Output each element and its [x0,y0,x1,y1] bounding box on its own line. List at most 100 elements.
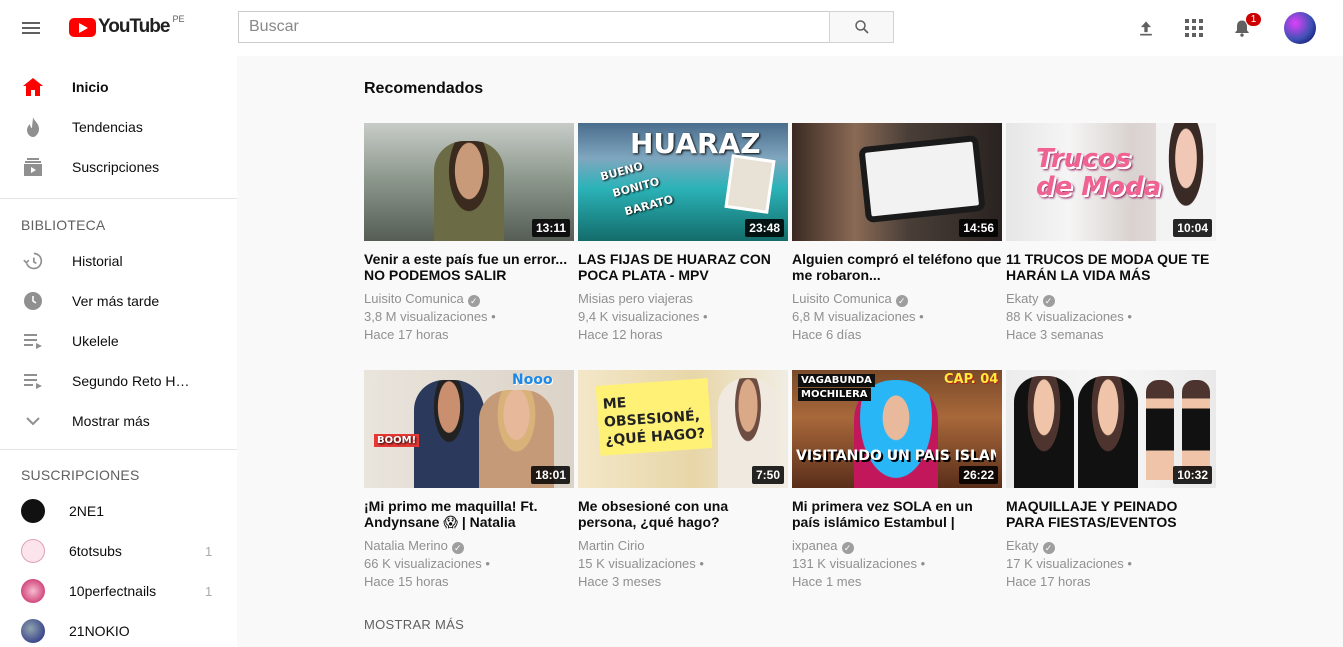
library-heading: BIBLIOTECA [21,217,106,233]
thumbnail-text: CAP. 04 [944,372,999,387]
channel-avatar [21,619,45,643]
playlist-icon [22,331,44,351]
subscriptions-icon [22,157,44,177]
channel-name[interactable]: Natalia Merino [364,538,448,553]
video-duration: 13:11 [531,219,570,237]
sidebar-item-ukelele[interactable]: Ukelele [0,321,237,361]
video-duration: 14:56 [959,219,998,237]
home-icon [22,77,44,97]
video-title[interactable]: MAQUILLAJE Y PEINADO PARA FIESTAS/EVENTO… [1006,498,1216,530]
video-duration: 23:48 [745,219,784,237]
thumbnail-text: Trucos de Moda [1036,144,1162,202]
video-title[interactable]: Me obsesioné con una persona, ¿qué hago? [578,498,788,530]
apps-button[interactable] [1182,16,1206,40]
search-icon [854,20,869,34]
video-duration: 10:32 [1173,466,1212,484]
video-card[interactable]: VAGABUNDA MOCHILERA CAP. 04 VISITANDO UN… [792,370,1002,591]
video-title[interactable]: Alguien compró el teléfono que me robaro… [792,251,1002,283]
upload-age: Hace 15 horas [364,574,449,589]
channel-name[interactable]: Misias pero viajeras [578,290,788,308]
video-title[interactable]: ¡Mi primo me maquilla! Ft. Andynsane 😱 |… [364,498,574,530]
channel-name[interactable]: Luisito Comunica [792,291,892,306]
thumbnail-text: MOCHILERA [798,388,871,401]
upload-age: Hace 1 mes [792,574,862,589]
sidebar-item-label: Mostrar más [72,413,150,429]
sidebar-divider [0,449,237,450]
channel-avatar [21,499,45,523]
verified-icon: ✓ [451,542,464,554]
clock-icon [22,291,44,311]
video-thumbnail[interactable]: Trucos de Moda 10:04 [1006,123,1216,241]
video-thumbnail[interactable]: 10:32 [1006,370,1216,488]
sidebar-item-historial[interactable]: Historial [0,241,237,281]
user-avatar[interactable] [1284,12,1316,44]
video-thumbnail[interactable]: Nooo BOOM! 18:01 [364,370,574,488]
video-thumbnail[interactable]: 14:56 [792,123,1002,241]
subscription-label: 2NE1 [69,503,105,519]
view-count: 6,8 M visualizaciones [792,309,916,324]
sidebar-item-label: Tendencias [72,119,143,135]
new-videos-count: 1 [205,583,213,599]
video-card[interactable]: ME OBSESIONÉ, ¿QUÉ HAGO? 7:50 Me obsesio… [578,370,788,591]
sidebar-item-label: Suscripciones [72,159,160,175]
sidebar-item-inicio[interactable]: Inicio [0,67,237,107]
video-title[interactable]: Mi primera vez SOLA en un país islámico … [792,498,1002,530]
channel-name[interactable]: Ekaty [1006,291,1039,306]
thumbnail-text: VAGABUNDA [798,374,875,387]
video-thumbnail[interactable]: VAGABUNDA MOCHILERA CAP. 04 VISITANDO UN… [792,370,1002,488]
video-duration: 10:04 [1173,219,1212,237]
video-duration: 26:22 [959,466,998,484]
youtube-logo[interactable]: YouTube PE [69,14,185,38]
search-input[interactable] [239,12,829,42]
view-count: 66 K visualizaciones [364,556,482,571]
upload-icon [1140,21,1152,36]
verified-icon: ✓ [1042,542,1055,554]
youtube-play-icon [69,17,96,37]
sidebar-item-ver-mas-tarde[interactable]: Ver más tarde [0,281,237,321]
sidebar-item-tendencias[interactable]: Tendencias [0,107,237,147]
fire-icon [22,117,44,137]
upload-button[interactable] [1134,16,1158,40]
sidebar-item-label: Ver más tarde [72,293,160,309]
subscription-label: 6totsubs [69,543,122,559]
upload-age: Hace 3 meses [578,574,662,589]
search-button[interactable] [829,11,894,43]
video-title[interactable]: LAS FIJAS DE HUARAZ CON POCA PLATA - MPV [578,251,788,283]
channel-name[interactable]: Martin Cirio [578,537,788,555]
video-card[interactable]: 10:32 MAQUILLAJE Y PEINADO PARA FIESTAS/… [1006,370,1216,591]
channel-avatar [21,579,45,603]
subscription-21nokio[interactable]: 21NOKIO [0,611,237,647]
show-more-button[interactable]: MOSTRAR MÁS [364,617,464,632]
playlist-icon [22,371,44,391]
channel-name[interactable]: Luisito Comunica [364,291,464,306]
menu-icon[interactable] [22,19,44,37]
thumbnail-text: ME OBSESIONÉ, ¿QUÉ HAGO? [602,395,706,449]
video-card[interactable]: HUARAZ BUENO BONITO BARATO 23:48 LAS FIJ… [578,123,788,344]
verified-icon: ✓ [895,295,908,307]
subscription-10perfectnails[interactable]: 10perfectnails 1 [0,571,237,611]
subscription-2ne1[interactable]: 2NE1 [0,491,237,531]
view-count: 3,8 M visualizaciones [364,309,488,324]
video-card[interactable]: Nooo BOOM! 18:01 ¡Mi primo me maquilla! … [364,370,574,591]
sidebar-item-mostrar-mas[interactable]: Mostrar más [0,401,237,441]
channel-name[interactable]: Ekaty [1006,538,1039,553]
sidebar-item-label: Inicio [72,79,109,95]
video-thumbnail[interactable]: HUARAZ BUENO BONITO BARATO 23:48 [578,123,788,241]
sidebar-item-suscripciones[interactable]: Suscripciones [0,147,237,187]
channel-name[interactable]: ixpanea [792,538,838,553]
country-code: PE [172,14,185,24]
video-card[interactable]: 13:11 Venir a este país fue un error... … [364,123,574,344]
subscription-6totsubs[interactable]: 6totsubs 1 [0,531,237,571]
upload-age: Hace 12 horas [578,327,663,342]
video-card[interactable]: 14:56 Alguien compró el teléfono que me … [792,123,1002,344]
video-thumbnail[interactable]: 13:11 [364,123,574,241]
upload-age: Hace 17 horas [1006,574,1091,589]
new-videos-count: 1 [205,543,213,559]
upload-age: Hace 17 horas [364,327,449,342]
video-title[interactable]: Venir a este país fue un error... NO POD… [364,251,574,283]
video-thumbnail[interactable]: ME OBSESIONÉ, ¿QUÉ HAGO? 7:50 [578,370,788,488]
sidebar-item-segundo-reto[interactable]: Segundo Reto Hii... [0,361,237,401]
notification-badge: 1 [1245,12,1262,27]
video-title[interactable]: 11 TRUCOS DE MODA QUE TE HARÁN LA VIDA M… [1006,251,1216,283]
video-card[interactable]: Trucos de Moda 10:04 11 TRUCOS DE MODA Q… [1006,123,1216,344]
